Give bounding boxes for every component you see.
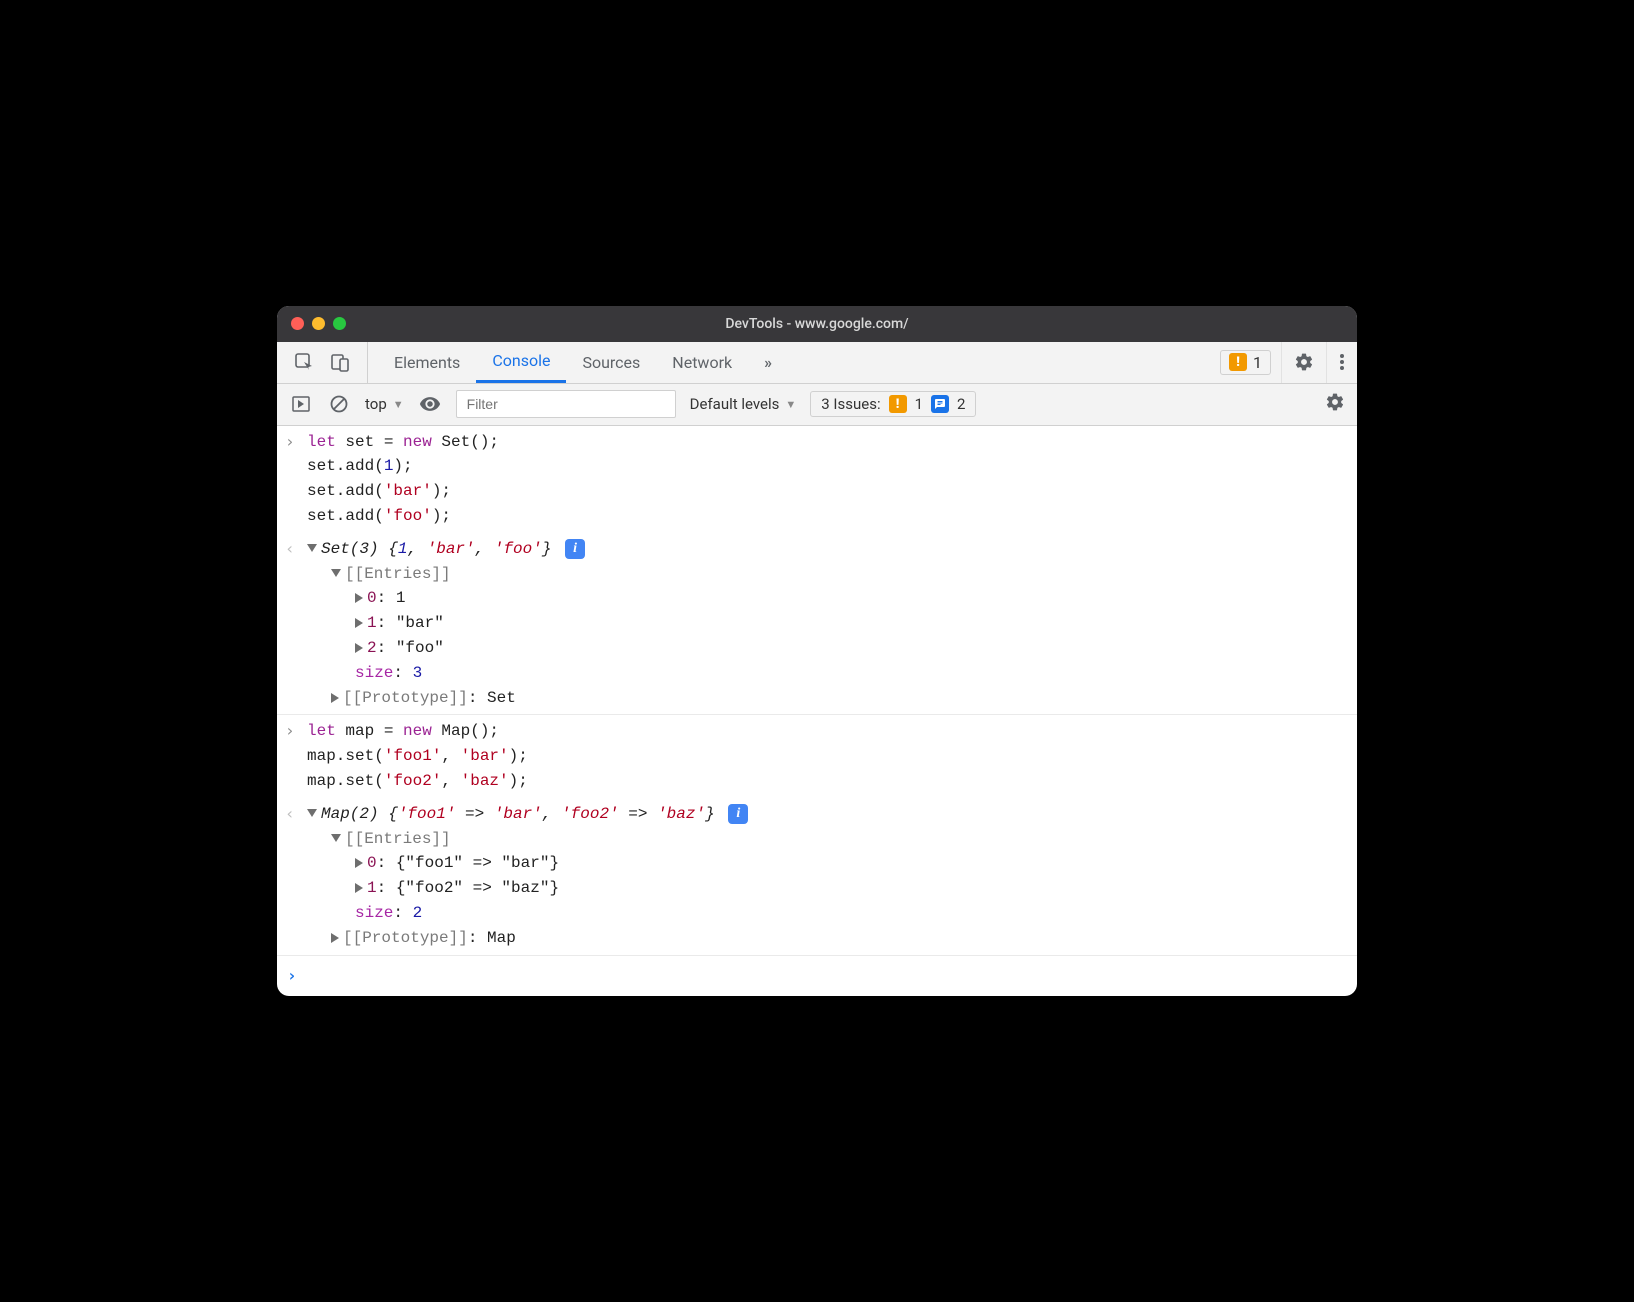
entries-node[interactable]: [[Entries]] xyxy=(307,562,1347,587)
message-icon xyxy=(931,395,949,413)
settings-button[interactable] xyxy=(1281,342,1326,383)
info-icon[interactable]: i xyxy=(728,804,748,824)
expand-toggle-icon[interactable] xyxy=(331,933,339,943)
expand-toggle-icon[interactable] xyxy=(355,593,363,603)
expand-toggle-icon[interactable] xyxy=(355,618,363,628)
minimize-window-button[interactable] xyxy=(312,317,325,330)
clear-console-button[interactable] xyxy=(327,392,351,416)
size-property: size: 3 xyxy=(307,661,1347,686)
warning-icon: ! xyxy=(889,395,907,413)
code-content: let set = new Set(); set.add(1); set.add… xyxy=(307,430,1347,529)
expand-toggle-icon[interactable] xyxy=(307,544,317,552)
issues-warn-count: 1 xyxy=(915,395,923,413)
dropdown-arrow-icon: ▼ xyxy=(393,398,404,411)
filter-input[interactable] xyxy=(456,390,676,418)
prompt-icon: › xyxy=(287,964,309,989)
maximize-window-button[interactable] xyxy=(333,317,346,330)
context-selector[interactable]: top ▼ xyxy=(365,395,404,413)
code-content: let map = new Map(); map.set('foo1', 'ba… xyxy=(307,719,1347,793)
titlebar: DevTools - www.google.com/ xyxy=(277,306,1357,342)
output-content: Set(3) {1, 'bar', 'foo'} i[[Entries]]0: … xyxy=(307,537,1347,711)
entry-item[interactable]: 0: {"foo1" => "bar"} xyxy=(307,851,1347,876)
console-output-row: ‹Set(3) {1, 'bar', 'foo'} i[[Entries]]0:… xyxy=(277,533,1357,716)
input-prompt-icon: › xyxy=(285,719,307,793)
inspect-element-icon[interactable] xyxy=(293,351,315,373)
console-prompt[interactable]: › xyxy=(277,956,1357,997)
console-input-row: ›let set = new Set(); set.add(1); set.ad… xyxy=(277,426,1357,533)
prototype-node[interactable]: [[Prototype]]: Set xyxy=(307,686,1347,711)
expand-toggle-icon[interactable] xyxy=(331,569,341,577)
warning-icon: ! xyxy=(1229,353,1247,371)
inspect-tools xyxy=(277,342,368,383)
devtools-window: DevTools - www.google.com/ ElementsConso… xyxy=(277,306,1357,997)
dropdown-arrow-icon: ▼ xyxy=(785,398,796,411)
live-expression-button[interactable] xyxy=(418,392,442,416)
more-menu-button[interactable] xyxy=(1326,342,1357,383)
log-levels-selector[interactable]: Default levels ▼ xyxy=(690,395,797,413)
entry-item[interactable]: 0: 1 xyxy=(307,586,1347,611)
expand-toggle-icon[interactable] xyxy=(331,834,341,842)
expand-toggle-icon[interactable] xyxy=(355,858,363,868)
issues-button[interactable]: 3 Issues: ! 1 2 xyxy=(810,391,976,417)
tabs-bar: ElementsConsoleSourcesNetwork » ! 1 xyxy=(277,342,1357,384)
expand-toggle-icon[interactable] xyxy=(307,809,317,817)
expand-toggle-icon[interactable] xyxy=(331,693,339,703)
console-toolbar: top ▼ Default levels ▼ 3 Issues: ! 1 2 xyxy=(277,384,1357,426)
warnings-count: 1 xyxy=(1253,353,1262,372)
device-toggle-icon[interactable] xyxy=(329,351,351,373)
tab-console[interactable]: Console xyxy=(476,342,566,383)
console-settings-button[interactable] xyxy=(1325,392,1345,416)
traffic-lights xyxy=(291,317,346,330)
object-summary[interactable]: Set(3) {1, 'bar', 'foo'} i xyxy=(307,537,1347,562)
output-content: Map(2) {'foo1' => 'bar', 'foo2' => 'baz'… xyxy=(307,802,1347,951)
tabs-overflow-button[interactable]: » xyxy=(748,342,788,383)
input-prompt-icon: › xyxy=(285,430,307,529)
entry-item[interactable]: 1: {"foo2" => "baz"} xyxy=(307,876,1347,901)
issues-label: 3 Issues: xyxy=(821,395,880,413)
tab-elements[interactable]: Elements xyxy=(378,342,476,383)
close-window-button[interactable] xyxy=(291,317,304,330)
entries-node[interactable]: [[Entries]] xyxy=(307,827,1347,852)
tabsbar-right: ! 1 xyxy=(1220,342,1357,383)
entry-item[interactable]: 2: "foo" xyxy=(307,636,1347,661)
console-output[interactable]: ›let set = new Set(); set.add(1); set.ad… xyxy=(277,426,1357,997)
info-icon[interactable]: i xyxy=(565,539,585,559)
console-input-row: ›let map = new Map(); map.set('foo1', 'b… xyxy=(277,715,1357,797)
console-output-row: ‹Map(2) {'foo1' => 'bar', 'foo2' => 'baz… xyxy=(277,798,1357,956)
levels-label: Default levels xyxy=(690,395,780,413)
size-property: size: 2 xyxy=(307,901,1347,926)
issues-msg-count: 2 xyxy=(957,395,965,413)
expand-toggle-icon[interactable] xyxy=(355,883,363,893)
tab-sources[interactable]: Sources xyxy=(566,342,656,383)
entry-item[interactable]: 1: "bar" xyxy=(307,611,1347,636)
toggle-sidebar-button[interactable] xyxy=(289,392,313,416)
object-summary[interactable]: Map(2) {'foo1' => 'bar', 'foo2' => 'baz'… xyxy=(307,802,1347,827)
output-indicator-icon: ‹ xyxy=(285,537,307,711)
tab-network[interactable]: Network xyxy=(656,342,748,383)
tabs: ElementsConsoleSourcesNetwork xyxy=(368,342,748,383)
prototype-node[interactable]: [[Prototype]]: Map xyxy=(307,926,1347,951)
expand-toggle-icon[interactable] xyxy=(355,643,363,653)
warnings-badge[interactable]: ! 1 xyxy=(1220,350,1271,375)
context-label: top xyxy=(365,395,387,413)
window-title: DevTools - www.google.com/ xyxy=(277,316,1357,332)
output-indicator-icon: ‹ xyxy=(285,802,307,951)
